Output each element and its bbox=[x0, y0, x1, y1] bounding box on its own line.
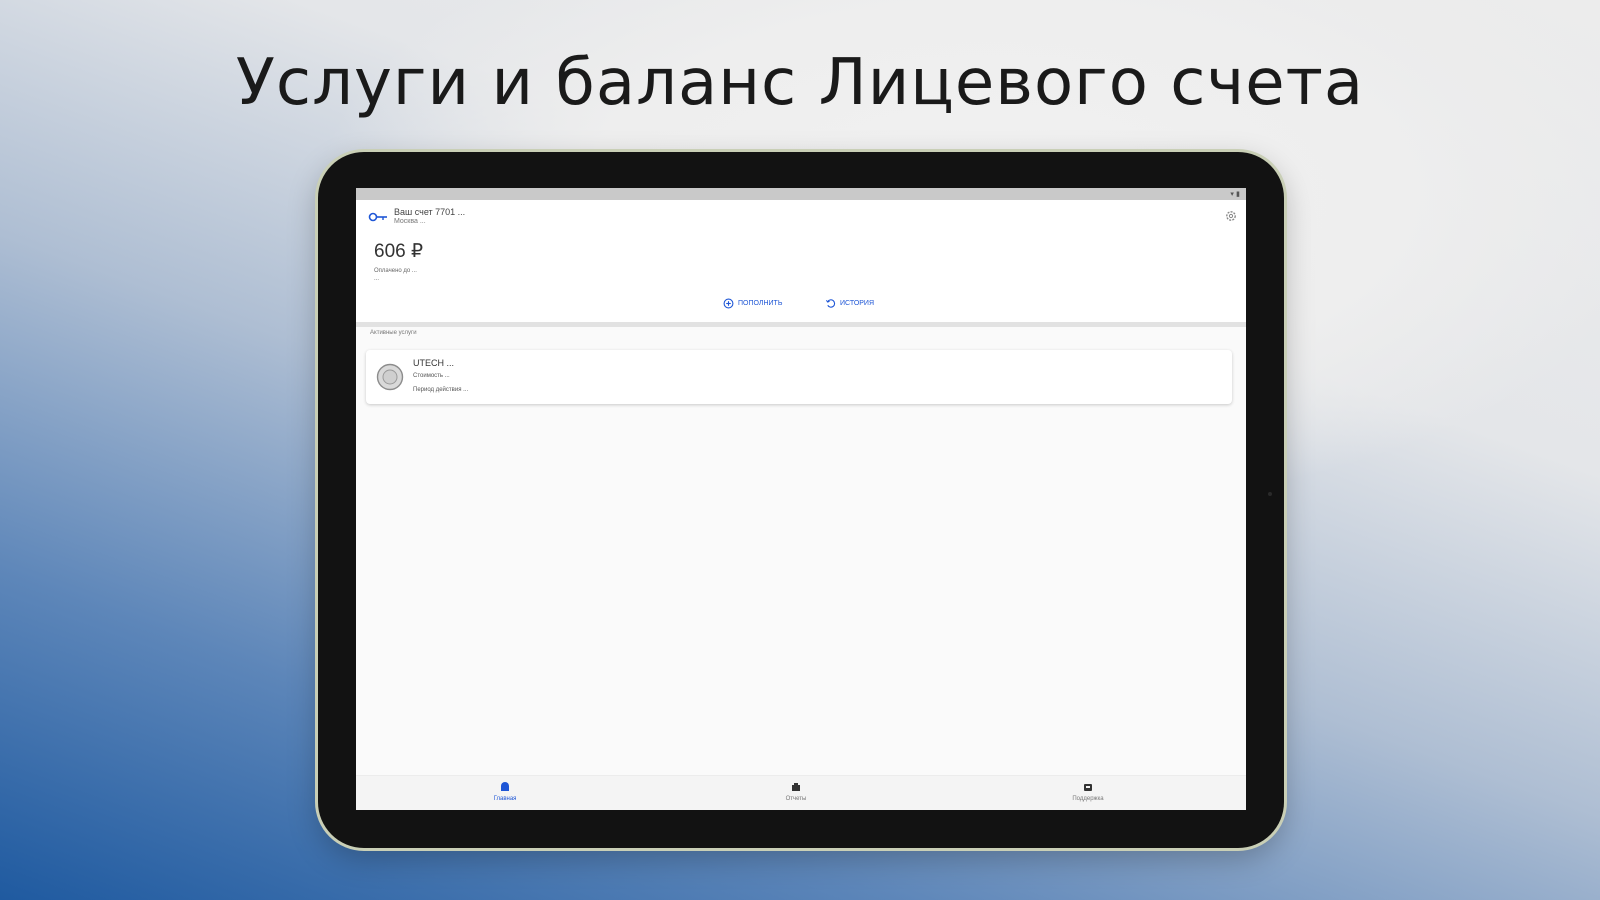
status-bar: ▾ ▮ bbox=[356, 188, 1246, 200]
key-icon bbox=[368, 212, 387, 222]
history-button[interactable]: ИСТОРИЯ bbox=[825, 298, 874, 309]
account-header: Ваш счет 7701 ... Москва ... 606 ₽ Оплач… bbox=[356, 200, 1246, 322]
tablet-side-button bbox=[1268, 492, 1272, 496]
balance-note-1: Оплачено до ... bbox=[374, 268, 417, 274]
gear-icon[interactable] bbox=[1225, 210, 1237, 222]
page-headline: Услуги и баланс Лицевого счета bbox=[235, 46, 1365, 120]
plus-circle-icon bbox=[723, 298, 734, 309]
service-price: Стоимость ... bbox=[413, 373, 450, 379]
balance-amount: 606 ₽ bbox=[374, 241, 424, 262]
section-divider bbox=[356, 322, 1246, 327]
history-icon bbox=[825, 299, 836, 308]
nav-item-home[interactable]: Главная bbox=[475, 781, 535, 802]
service-icon bbox=[376, 363, 404, 391]
balance-note-2: ... bbox=[374, 276, 380, 282]
history-label: ИСТОРИЯ bbox=[840, 300, 875, 307]
support-icon bbox=[1084, 784, 1092, 791]
service-period: Период действия ... bbox=[413, 387, 469, 393]
account-title: Ваш счет 7701 ... bbox=[394, 207, 466, 217]
nav-reports-label: Отчеты bbox=[785, 796, 807, 802]
nav-item-reports[interactable]: Отчеты bbox=[766, 781, 826, 802]
bottom-navigation: Главная Отчеты Поддержка bbox=[356, 775, 1246, 810]
status-icons: ▾ ▮ bbox=[1230, 190, 1240, 198]
service-card[interactable]: UTECH ... Стоимость ... Период действия … bbox=[366, 350, 1232, 404]
reports-icon bbox=[792, 783, 800, 791]
home-icon bbox=[501, 782, 509, 791]
app-screen: ▾ ▮ Ваш счет 7701 ... Москва ... 606 ₽ О… bbox=[356, 188, 1246, 810]
service-name: UTECH ... bbox=[413, 358, 455, 368]
nav-home-label: Главная bbox=[493, 796, 517, 802]
nav-support-label: Поддержка bbox=[1072, 796, 1104, 802]
topup-button[interactable]: ПОПОЛНИТЬ bbox=[723, 298, 782, 309]
nav-item-support[interactable]: Поддержка bbox=[1058, 781, 1118, 802]
services-section-label: Активные услуги bbox=[370, 330, 417, 336]
topup-label: ПОПОЛНИТЬ bbox=[738, 300, 783, 307]
account-subtitle: Москва ... bbox=[394, 218, 426, 225]
tablet-frame: ▾ ▮ Ваш счет 7701 ... Москва ... 606 ₽ О… bbox=[318, 152, 1284, 848]
